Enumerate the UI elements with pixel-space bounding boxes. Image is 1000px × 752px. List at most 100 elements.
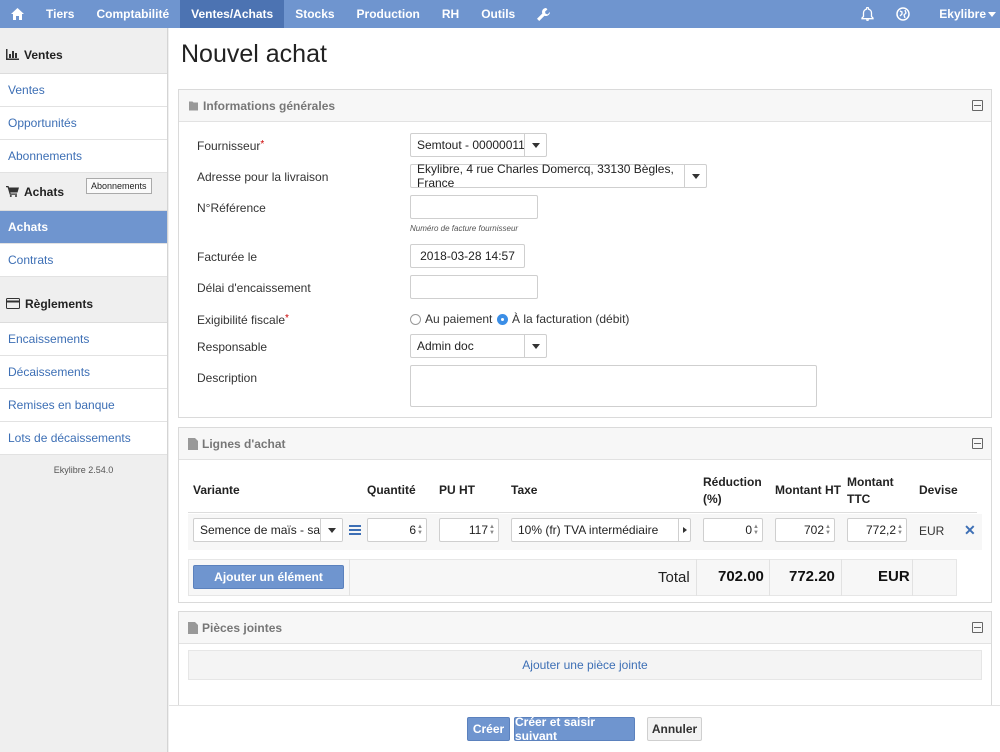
- col-header-amount-ht: Montant HT: [775, 483, 841, 497]
- remove-line-icon[interactable]: ✕: [964, 522, 976, 539]
- bar-chart-icon: [6, 49, 19, 60]
- totals-sep: [912, 559, 913, 596]
- supplier-select[interactable]: Semtout - 00000011: [410, 133, 547, 157]
- home-button[interactable]: [0, 0, 35, 28]
- sidebar-item-remises[interactable]: Remises en banque: [0, 389, 167, 422]
- cancel-button[interactable]: Annuler: [647, 717, 702, 741]
- reduction-input[interactable]: 0 ▲ ▼: [703, 518, 763, 542]
- sidebar-item-opportunites[interactable]: Opportunités: [0, 107, 167, 140]
- add-attachment-link[interactable]: Ajouter une pièce jointe: [522, 658, 647, 672]
- sidebar-item-ventes[interactable]: Ventes: [0, 74, 167, 107]
- nav-comptabilite[interactable]: Comptabilité: [85, 0, 180, 28]
- variant-value: Semence de maïs - sac de 50 000 grains: [200, 523, 320, 537]
- reference-input[interactable]: [410, 195, 538, 219]
- chevron-down-icon: [327, 527, 336, 533]
- radio-circle[interactable]: [410, 313, 421, 325]
- dropdown-button[interactable]: [678, 519, 690, 541]
- amount-ht-input[interactable]: 702 ▲ ▼: [775, 518, 835, 542]
- create-and-next-button[interactable]: Créer et saisir suivant: [514, 715, 635, 743]
- attachment-dropzone[interactable]: Ajouter une pièce jointe: [188, 650, 982, 680]
- sidebar-item-encaissements[interactable]: Encaissements: [0, 323, 167, 356]
- unit-price-input[interactable]: 117 ▲ ▼: [439, 518, 499, 542]
- nav-outils[interactable]: Outils: [470, 0, 526, 28]
- wrench-button[interactable]: [526, 0, 561, 28]
- user-name: Ekylibre: [939, 7, 986, 21]
- sidebar-item-contrats[interactable]: Contrats: [0, 244, 167, 277]
- amount-ttc-input[interactable]: 772,2 ▲ ▼: [847, 518, 907, 542]
- app-version: Ekylibre 2.54.0: [53, 465, 114, 475]
- description-label: Description: [197, 371, 258, 385]
- sidebar-item-achats[interactable]: Achats: [0, 211, 167, 244]
- notifications-button[interactable]: [850, 0, 885, 28]
- amount-ttc-value: 772,2: [865, 523, 896, 537]
- panel-header: Pièces jointes: [179, 612, 991, 644]
- collapse-icon[interactable]: [972, 100, 983, 111]
- chevron-down-icon: [531, 142, 540, 148]
- delay-input[interactable]: [410, 275, 538, 299]
- sidebar-section-title: Règlements: [25, 296, 94, 311]
- description-textarea[interactable]: [410, 365, 817, 407]
- dropdown-button[interactable]: [684, 165, 706, 187]
- stepper-icon[interactable]: ▲ ▼: [825, 524, 831, 536]
- dropdown-button[interactable]: [524, 134, 546, 156]
- stepper-icon[interactable]: ▲ ▼: [897, 524, 903, 536]
- tax-exigibility-label: Exigibilité fiscale*: [197, 313, 289, 327]
- language-button[interactable]: [885, 0, 921, 28]
- invoiced-label: Facturée le: [197, 250, 258, 264]
- nav-production[interactable]: Production: [346, 0, 431, 28]
- header-divider: [188, 512, 977, 513]
- sidebar-section-title: Ventes: [24, 47, 63, 62]
- nav-rh[interactable]: RH: [431, 0, 470, 28]
- globe-icon: [896, 7, 911, 21]
- amount-ht-value: 702: [803, 523, 824, 537]
- col-header-quantity: Quantité: [367, 483, 416, 497]
- add-line-button[interactable]: Ajouter un élément: [193, 565, 344, 589]
- panel-header: Lignes d'achat: [179, 428, 991, 460]
- invoiced-date-input[interactable]: 2018-03-28 14:57: [410, 244, 525, 268]
- tax-select[interactable]: 10% (fr) TVA intermédiaire: [511, 518, 691, 542]
- stepper-icon[interactable]: ▲ ▼: [753, 524, 759, 536]
- collapse-icon[interactable]: [972, 622, 983, 633]
- radio-label: Au paiement: [425, 312, 493, 326]
- col-header-currency: Devise: [919, 483, 958, 497]
- variant-select[interactable]: Semence de maïs - sac de 50 000 grains: [193, 518, 343, 542]
- sidebar-section-achats: Achats Abonnements: [0, 173, 167, 211]
- supplier-value: Semtout - 00000011: [417, 138, 525, 152]
- sidebar: Ventes Ventes Opportunités Abonnements A…: [0, 28, 168, 752]
- chevron-down-icon: [988, 11, 996, 17]
- radio-au-paiement[interactable]: Au paiement: [410, 312, 492, 326]
- collapse-icon[interactable]: [972, 438, 983, 449]
- create-button[interactable]: Créer: [467, 717, 510, 741]
- dropdown-button[interactable]: [320, 519, 342, 541]
- responsible-select[interactable]: Admin doc: [410, 334, 547, 358]
- col-header-amount-ttc: Montant TTC: [847, 475, 894, 506]
- nav-stocks[interactable]: Stocks: [284, 0, 345, 28]
- col-header-variant: Variante: [193, 483, 240, 497]
- sidebar-item-lots[interactable]: Lots de décaissements: [0, 422, 167, 455]
- sidebar-section-ventes: Ventes: [0, 36, 167, 74]
- nav-tiers[interactable]: Tiers: [35, 0, 85, 28]
- list-icon[interactable]: [349, 525, 361, 535]
- user-menu[interactable]: Ekylibre: [921, 0, 1000, 28]
- chevron-down-icon: [682, 527, 687, 533]
- total-label: Total: [658, 569, 690, 586]
- panel-title: Lignes d'achat: [202, 436, 286, 451]
- responsible-label: Responsable: [197, 340, 268, 354]
- sidebar-item-abonnements[interactable]: Abonnements: [0, 140, 167, 173]
- quantity-input[interactable]: 6 ▲ ▼: [367, 518, 427, 542]
- col-header-reduction: Réduction (%): [703, 475, 762, 506]
- nav-ventes-achats[interactable]: Ventes/Achats: [180, 0, 285, 28]
- radio-circle-selected[interactable]: [497, 313, 508, 325]
- address-label: Adresse pour la livraison: [197, 170, 329, 184]
- dropdown-button[interactable]: [524, 335, 546, 357]
- radio-a-la-facturation[interactable]: À la facturation (débit): [497, 312, 629, 326]
- sidebar-item-decaissements[interactable]: Décaissements: [0, 356, 167, 389]
- home-icon: [11, 8, 24, 20]
- address-select[interactable]: Ekylibre, 4 rue Charles Domercq, 33130 B…: [410, 162, 707, 190]
- radio-label: À la facturation (débit): [512, 312, 630, 326]
- panel-title: Pièces jointes: [202, 620, 283, 635]
- shopping-cart-icon: [6, 186, 19, 197]
- quantity-value: 6: [409, 523, 416, 537]
- stepper-icon[interactable]: ▲ ▼: [489, 524, 495, 536]
- stepper-icon[interactable]: ▲ ▼: [417, 524, 423, 536]
